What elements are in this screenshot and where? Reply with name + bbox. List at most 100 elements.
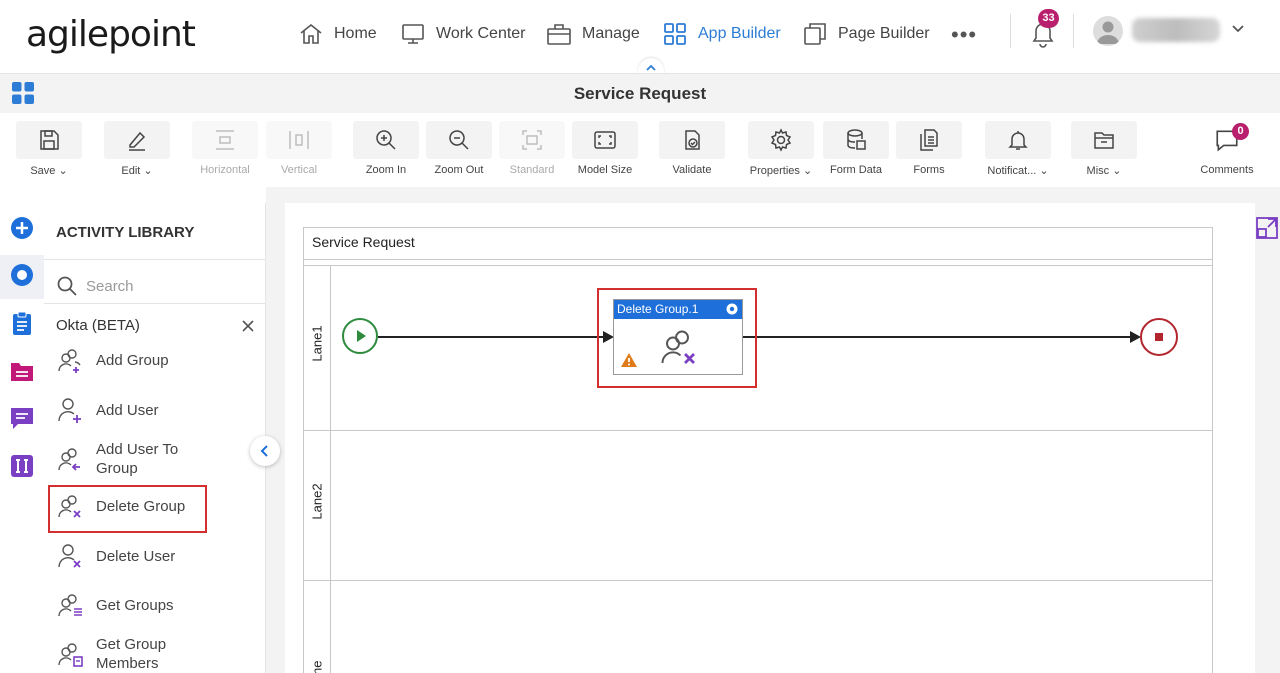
- nav-work-center-label: Work Center: [436, 25, 526, 42]
- home-icon: [300, 23, 322, 44]
- more-menu-icon[interactable]: •••: [951, 22, 977, 48]
- library-item-get-group-members[interactable]: Get Group Members: [56, 635, 251, 673]
- zoom-in-button[interactable]: Zoom In: [353, 121, 419, 183]
- notifications-button[interactable]: Notificat... ⌄: [983, 121, 1053, 183]
- lane-separator: [303, 430, 1213, 431]
- library-item-label: Add Group: [96, 351, 169, 369]
- nav-page-builder[interactable]: Page Builder: [802, 20, 930, 48]
- folder-icon: [1094, 132, 1114, 149]
- nav-manage[interactable]: Manage: [546, 20, 640, 48]
- nav-work-center[interactable]: Work Center: [400, 20, 526, 48]
- zoom-out-label: Zoom Out: [434, 164, 484, 176]
- vertical-label: Vertical: [280, 164, 318, 176]
- maximize-icon[interactable]: [1255, 216, 1279, 240]
- library-item-add-group[interactable]: Add Group: [56, 346, 251, 374]
- validate-button[interactable]: Validate: [659, 121, 725, 183]
- username-redacted: [1132, 18, 1220, 42]
- variable-icon[interactable]: [9, 453, 35, 479]
- zoom-out-icon: [449, 130, 469, 150]
- monitor-icon: [402, 24, 424, 44]
- notifications-label: Notificat...: [987, 165, 1037, 177]
- lane-label: Lane1: [309, 325, 325, 362]
- collapse-panel-button[interactable]: [250, 436, 280, 466]
- standard-button[interactable]: Standard: [499, 121, 565, 183]
- library-search-input[interactable]: [86, 273, 256, 299]
- chevron-down-icon: ⌄: [1112, 165, 1122, 177]
- chevron-down-icon: ⌄: [802, 165, 813, 177]
- nav-home[interactable]: Home: [298, 20, 377, 48]
- standard-icon: [522, 130, 542, 150]
- horizontal-label: Horizontal: [200, 164, 250, 176]
- form-data-button[interactable]: Form Data: [823, 121, 889, 183]
- grid-icon: [664, 23, 686, 45]
- pool: [303, 227, 1213, 673]
- user-icon: [1097, 21, 1119, 44]
- add-group-icon: [58, 349, 81, 373]
- lane-label-clip: Lane3: [303, 660, 331, 673]
- lane-label: Lane3: [310, 660, 325, 673]
- activity-library-icon[interactable]: [9, 262, 35, 288]
- end-event[interactable]: [1140, 318, 1178, 356]
- get-groups-icon: [58, 594, 82, 617]
- model-size-label: Model Size: [577, 164, 633, 176]
- nav-app-builder-label: App Builder: [698, 25, 781, 42]
- zoom-in-icon: [376, 130, 396, 150]
- vertical-button[interactable]: Vertical: [266, 121, 332, 183]
- properties-button[interactable]: Properties ⌄: [746, 121, 816, 183]
- avatar[interactable]: [1093, 16, 1123, 46]
- divider: [303, 265, 1213, 266]
- chat-icon[interactable]: [9, 405, 35, 431]
- edit-button[interactable]: Edit ⌄: [104, 121, 170, 183]
- sequence-flow[interactable]: [743, 336, 1133, 338]
- close-icon[interactable]: [240, 318, 256, 334]
- forms-button[interactable]: Forms: [896, 121, 962, 183]
- folder-icon[interactable]: [9, 358, 35, 384]
- start-event[interactable]: [342, 318, 378, 354]
- comments-button[interactable]: Comments: [1194, 121, 1260, 183]
- briefcase-icon: [547, 24, 571, 45]
- library-header: ACTIVITY LIBRARY: [56, 224, 195, 241]
- clipboard-icon[interactable]: [9, 310, 35, 336]
- library-item-label: Delete User: [96, 547, 176, 565]
- form-data-label: Form Data: [830, 164, 882, 176]
- nav-app-builder[interactable]: App Builder: [662, 20, 781, 48]
- misc-label: Misc: [1086, 165, 1110, 177]
- model-size-icon: [594, 131, 616, 149]
- sequence-flow[interactable]: [378, 336, 605, 338]
- library-item-add-user-to-group[interactable]: Add User To Group: [56, 440, 251, 478]
- divider: [1073, 14, 1074, 48]
- comments-badge: 0: [1232, 123, 1249, 140]
- zoom-out-button[interactable]: Zoom Out: [426, 121, 492, 183]
- library-item-add-user[interactable]: Add User: [56, 396, 251, 424]
- category-title: Okta (BETA): [56, 317, 140, 334]
- add-circle-icon[interactable]: [9, 215, 35, 241]
- library-item-delete-user[interactable]: Delete User: [56, 542, 251, 570]
- chevron-down-icon[interactable]: [1229, 20, 1247, 38]
- library-item-label: Add User: [96, 401, 159, 419]
- horizontal-button[interactable]: Horizontal: [192, 121, 258, 183]
- vertical-icon: [289, 131, 309, 149]
- notification-badge: 33: [1038, 9, 1059, 28]
- chevron-down-icon: ⌄: [58, 165, 68, 177]
- save-button[interactable]: Save ⌄: [16, 121, 82, 183]
- divider: [44, 259, 266, 260]
- add-user-icon: [58, 398, 81, 423]
- library-item-get-groups[interactable]: Get Groups: [56, 591, 251, 619]
- search-icon: [57, 276, 77, 296]
- pencil-icon: [129, 131, 146, 151]
- nav-page-builder-label: Page Builder: [838, 25, 930, 42]
- bell-icon: [1008, 131, 1028, 150]
- nav-manage-label: Manage: [582, 25, 640, 42]
- library-item-label: Add User To Group: [96, 441, 179, 477]
- toolbar: Save ⌄ Edit ⌄ Horizontal Vertical Zoom I…: [0, 113, 1280, 187]
- add-user-to-group-icon: [58, 448, 80, 471]
- title-bar: Service Request: [0, 73, 1280, 113]
- misc-button[interactable]: Misc ⌄: [1071, 121, 1137, 183]
- horizontal-icon: [216, 130, 234, 150]
- save-icon: [40, 130, 59, 150]
- model-size-button[interactable]: Model Size: [572, 121, 638, 183]
- forms-label: Forms: [913, 164, 945, 176]
- library-item-label: Get Groups: [96, 596, 174, 614]
- agilepoint-logo[interactable]: agilepoint: [26, 14, 196, 55]
- nav-home-label: Home: [334, 25, 377, 42]
